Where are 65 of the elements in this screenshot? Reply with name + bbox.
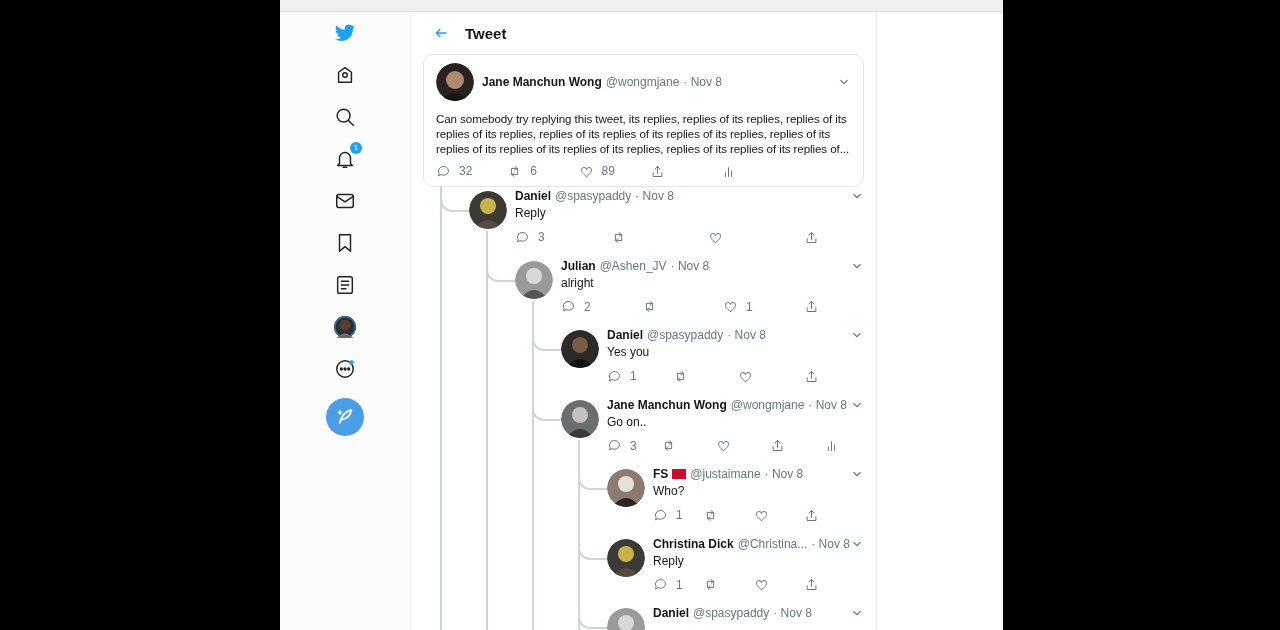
reply-icon [515,229,530,245]
reply-button[interactable]: 1 [653,577,693,592]
author-name[interactable]: Christina Dick [653,536,734,551]
share-icon [804,577,819,592]
author-handle[interactable]: @Christina... [737,536,808,551]
like-button[interactable]: 1 [723,299,763,314]
author-handle[interactable]: @Ashen_JV [599,258,667,273]
author-handle[interactable]: @spasypaddy [647,328,724,342]
heart-icon [715,438,731,453]
like-button[interactable]: 89 [578,163,619,179]
compose-button[interactable] [326,398,364,436]
share-icon [769,438,785,453]
tweet-date[interactable]: · Nov 8 [670,258,710,273]
reply-icon [607,438,622,453]
tweet-date[interactable]: · Nov 8 [811,536,850,551]
author-name[interactable]: Jane Manchun Wong [482,75,602,89]
tweet-date[interactable]: · Nov 8 [773,606,812,620]
tweet-date[interactable]: · Nov 8 [808,397,848,412]
search-icon[interactable] [334,106,356,128]
author-handle[interactable]: @spasypaddy [555,189,632,203]
author-handle[interactable]: @justaimane [690,467,761,481]
reply-button[interactable]: 1 [653,507,693,523]
heart-icon [723,299,738,314]
retweet-button[interactable]: 6 [507,163,548,179]
reply-text: Yes you [607,345,651,359]
author-handle[interactable]: @wongmjane [605,75,680,89]
reply-button[interactable]: 1 [607,368,647,384]
reply-icon [436,163,451,179]
author-name[interactable]: Daniel [607,328,643,342]
reply-button[interactable]: 2 [561,299,601,314]
reply-icon [561,299,576,314]
reply-button[interactable]: 32 [436,163,476,179]
share-icon [649,163,665,179]
reply-icon [607,368,622,384]
reply-button[interactable]: 3 [515,229,555,245]
share-icon [804,229,819,245]
reply-text: Reply [653,553,685,568]
author-name[interactable]: Daniel [515,189,551,203]
bird-icon[interactable] [334,22,356,44]
tweet-date[interactable]: · Nov 8 [635,189,674,203]
reply-button[interactable]: 3 [607,438,647,453]
notification-count: 1 [350,142,362,154]
reply-icon [653,577,668,592]
author-handle[interactable]: @spasypaddy [693,606,770,620]
more-icon[interactable] [334,358,356,380]
reply-text: Who? [653,484,686,498]
heart-icon [753,577,769,592]
author-name[interactable]: Daniel [653,606,689,620]
author-name[interactable]: Julian [561,258,596,273]
author-name[interactable]: FS [653,467,669,481]
reply-text: alright [561,275,595,290]
share-icon [804,299,819,314]
tweet-text: Can somebody try replying this tweet, its replies, replies of its replies, replies of its replies of its replies, replies of its replies of its replies of its replies, replies of its replies of its replies of its replies of its replies, replies of its replies of its replies of... [436,111,850,156]
reply-text: Go on.. [607,414,648,429]
reply-icon [653,507,668,523]
tweet-date[interactable]: · Nov 8 [727,328,766,342]
reply-text: Reply [515,206,547,220]
author-handle[interactable]: @wongmjane [730,397,805,412]
document-icon[interactable] [334,274,356,296]
author-name[interactable]: Jane Manchun Wong [607,397,727,412]
share-icon [803,368,819,384]
share-icon [804,507,819,523]
tweet-date[interactable]: · Nov 8 [683,75,723,89]
page-title: Tweet [465,24,507,42]
tweet-date[interactable]: · Nov 8 [764,467,804,481]
